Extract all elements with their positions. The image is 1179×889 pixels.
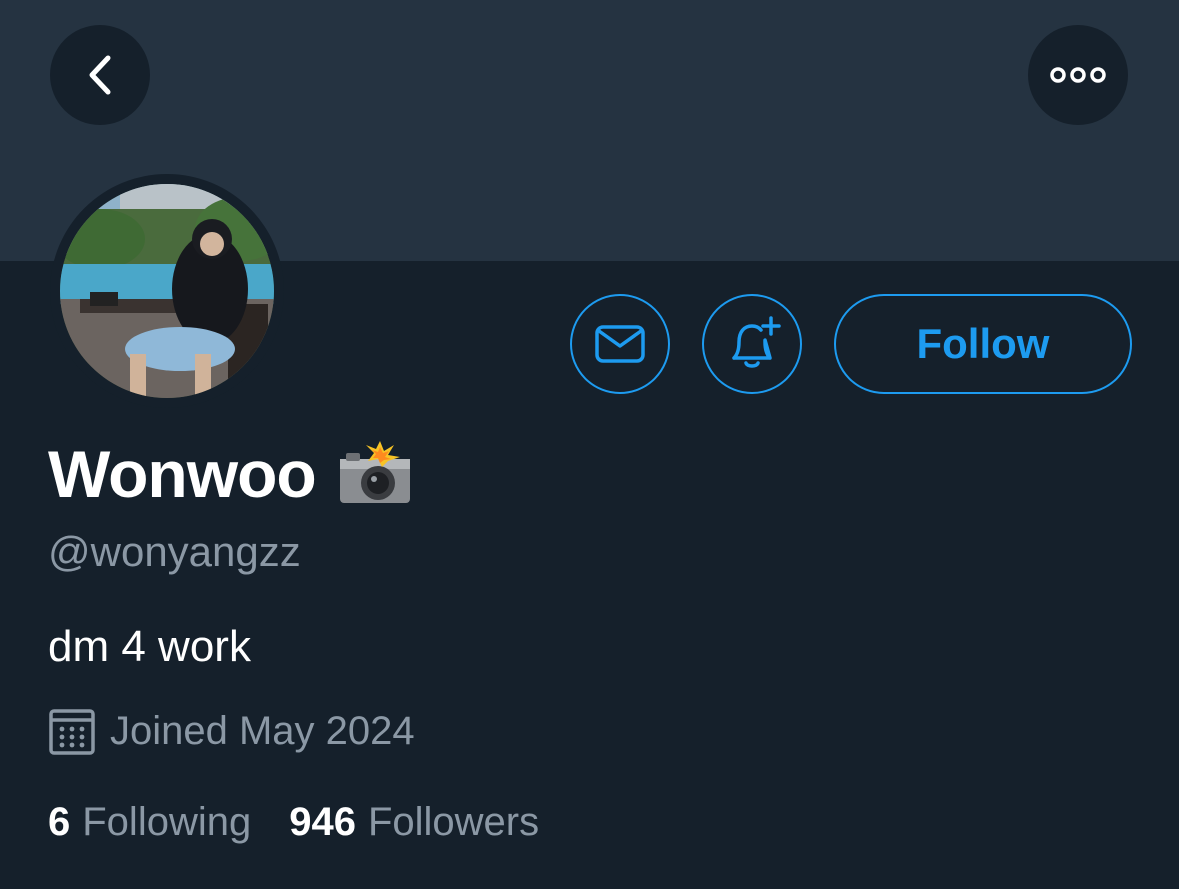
avatar-photo	[60, 184, 274, 398]
follow-stats: 6 Following 946 Followers	[48, 800, 539, 845]
bio-text: dm 4 work	[48, 622, 251, 671]
join-date-text: Joined May 2024	[110, 708, 415, 753]
message-button[interactable]	[570, 294, 670, 394]
name-row: Wonwoo	[48, 436, 414, 512]
bell-plus-icon	[732, 316, 781, 368]
join-date-row: Joined May 2024	[48, 706, 415, 756]
followers-label: Followers	[367, 800, 540, 844]
following-link[interactable]: 6 Following	[48, 800, 251, 845]
camera-with-flash-icon	[339, 441, 410, 503]
user-handle: @wonyangzz	[48, 528, 301, 575]
followers-link[interactable]: 946 Followers	[289, 800, 539, 845]
followers-count: 946	[289, 800, 356, 844]
notify-button[interactable]	[702, 294, 802, 394]
profile-page: Follow Wonwoo @wonyangzz dm 4 work Joine…	[0, 0, 1179, 889]
chevron-left-icon	[89, 55, 111, 95]
more-dots-icon	[1050, 67, 1106, 83]
follow-button[interactable]: Follow	[834, 294, 1132, 394]
display-name: Wonwoo	[48, 437, 317, 511]
back-button[interactable]	[50, 25, 150, 125]
avatar-frame	[50, 174, 284, 408]
following-count: 6	[48, 800, 71, 844]
following-label: Following	[82, 800, 252, 844]
more-options-button[interactable]	[1028, 25, 1128, 125]
avatar[interactable]	[60, 184, 274, 398]
envelope-icon	[595, 325, 645, 363]
calendar-icon	[49, 709, 95, 755]
